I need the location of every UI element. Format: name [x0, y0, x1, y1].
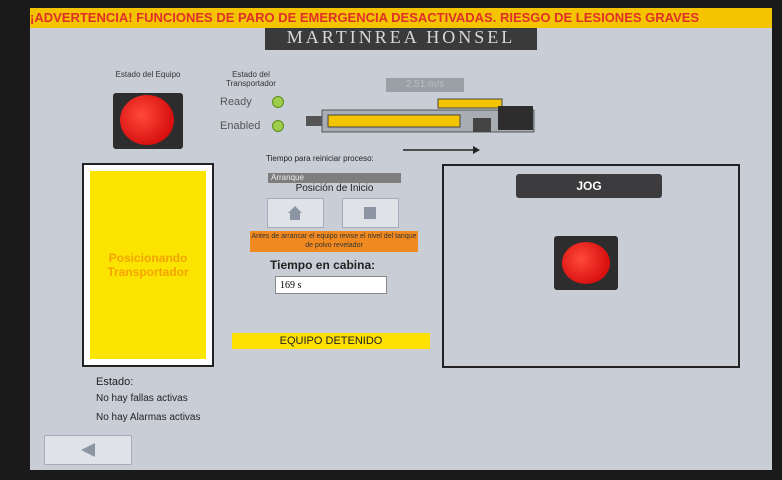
powder-tank-warning: Antes de arrancar el equipo revise el ni…: [250, 231, 418, 252]
equipo-detenido-status: EQUIPO DETENIDO: [232, 333, 430, 349]
equipo-status-indicator: [113, 93, 183, 149]
ready-label: Ready: [220, 96, 252, 108]
emergency-warning-banner: ¡ADVERTENCIA! FUNCIONES DE PARO DE EMERG…: [30, 8, 772, 28]
jog-button[interactable]: JOG: [516, 174, 662, 198]
posicion-inicio-label: Posición de Inicio: [295, 183, 374, 194]
tiempo-cabina-label: Tiempo en cabina:: [270, 258, 376, 272]
status-panel-text: Posicionando Transportador: [107, 251, 189, 279]
tiempo-cabina-field: 169 s: [275, 276, 387, 294]
jog-panel: JOG: [442, 164, 740, 368]
arranque-header: Arranque: [268, 173, 401, 183]
conveyor-top-rail-icon: [437, 98, 503, 109]
tiempo-reiniciar-label: Tiempo para reiniciar proceso:: [266, 154, 374, 163]
brand-logo: MARTINREA HONSEL: [265, 28, 537, 50]
enabled-label: Enabled: [220, 120, 261, 132]
jog-red-lamp-icon: [562, 242, 610, 284]
stop-icon: [364, 207, 376, 219]
conveyor-motor-icon: [498, 106, 533, 130]
jog-indicator[interactable]: [554, 236, 618, 290]
equipo-status-label: Estado del Equipo: [115, 70, 181, 79]
conveyor-drive-icon: [473, 118, 491, 132]
alarmas-status: No hay Alarmas activas: [96, 412, 201, 423]
ready-indicator-icon: [272, 96, 284, 108]
conveyor-end-cap-icon: [306, 116, 322, 126]
red-status-lamp-icon: [120, 95, 174, 145]
stop-button[interactable]: [342, 198, 399, 228]
home-button[interactable]: [267, 198, 324, 228]
fallas-status: No hay fallas activas: [96, 393, 188, 404]
conveyor-carriage-icon: [327, 114, 461, 128]
estado-label: Estado:: [96, 376, 134, 388]
transportador-status-panel: Posicionando Transportador: [82, 163, 214, 367]
enabled-indicator-icon: [272, 120, 284, 132]
home-icon: [288, 206, 302, 220]
hmi-screen: ¡ADVERTENCIA! FUNCIONES DE PARO DE EMERG…: [30, 8, 772, 470]
back-arrow-icon: [81, 443, 95, 457]
back-button[interactable]: [44, 435, 132, 465]
transportador-status-label: Estado del Transportador: [226, 70, 276, 88]
speed-readout: 2.51 m/s: [386, 78, 464, 92]
conveyor-diagram: [306, 98, 535, 154]
